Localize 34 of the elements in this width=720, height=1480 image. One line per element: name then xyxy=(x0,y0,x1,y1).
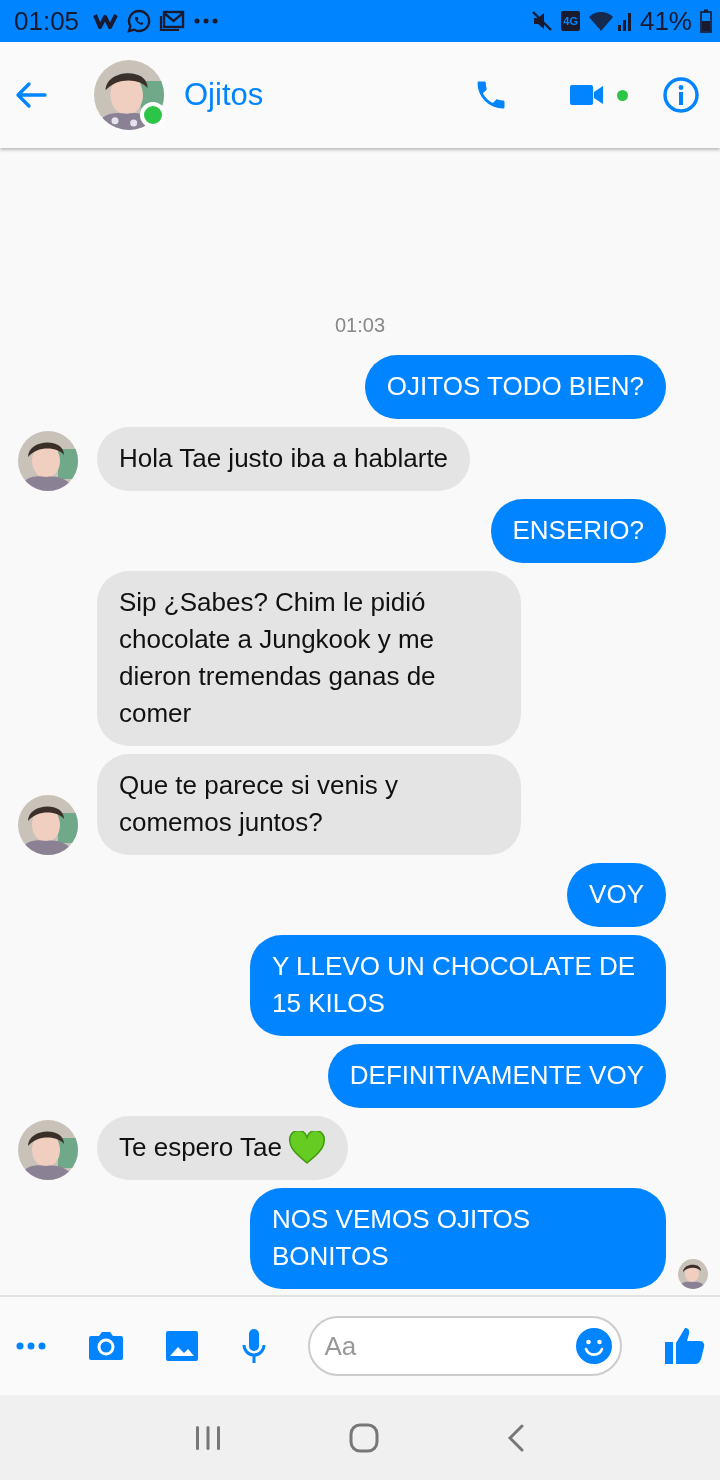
message-field[interactable]: Aa xyxy=(308,1316,623,1376)
message-bubble[interactable]: Hola Tae justo iba a hablarte xyxy=(97,427,471,491)
back-arrow-icon[interactable] xyxy=(14,80,48,110)
network-badge: 4G xyxy=(561,11,580,31)
smiley-icon[interactable] xyxy=(576,1328,613,1364)
message-bubble[interactable]: NOS VEMOS OJITOS BONITOS xyxy=(250,1188,666,1289)
message-bubble[interactable]: VOY xyxy=(567,863,666,927)
home-icon[interactable] xyxy=(349,1422,379,1453)
more-icon[interactable] xyxy=(16,1341,46,1351)
message-bubble[interactable]: OJITOS TODO BIEN? xyxy=(364,355,666,419)
timestamp: 01:03 xyxy=(333,314,387,337)
message-bubble[interactable]: Sip ¿Sabes? Chim le pidió chocolate a Jungkook y me dieron tremendas ganas de comer xyxy=(97,571,521,746)
more-icon xyxy=(193,17,220,25)
chat-bubble-icon xyxy=(127,9,152,33)
message-bubble[interactable]: DEFINITIVAMENTE VOY xyxy=(327,1044,666,1108)
message-bubble[interactable]: Que te parece si venis y comemos juntos? xyxy=(97,754,521,855)
status-time: 01:05 xyxy=(14,5,80,37)
contact-name[interactable]: Ojitos xyxy=(184,77,264,113)
mute-icon xyxy=(531,10,554,32)
message-bubble[interactable]: ENSERIO? xyxy=(490,499,666,563)
camera-icon[interactable] xyxy=(87,1330,124,1362)
battery-level: 41% xyxy=(639,5,692,37)
message-bubble[interactable]: Te espero Tae xyxy=(97,1116,348,1180)
zigzag-icon xyxy=(93,11,120,31)
message-input[interactable]: Aa xyxy=(322,1329,577,1363)
battery-icon xyxy=(700,9,712,33)
image-icon[interactable] xyxy=(165,1330,200,1362)
message-bubble[interactable]: Y LLEVO UN CHOCOLATE DE 15 KILOS xyxy=(250,935,666,1036)
thumbs-up-icon[interactable] xyxy=(663,1326,706,1366)
microphone-icon[interactable] xyxy=(240,1328,267,1364)
recent-apps-icon[interactable] xyxy=(193,1424,222,1451)
envelope-icon xyxy=(159,10,186,32)
info-icon[interactable] xyxy=(662,76,700,114)
signal-icon xyxy=(587,9,632,33)
